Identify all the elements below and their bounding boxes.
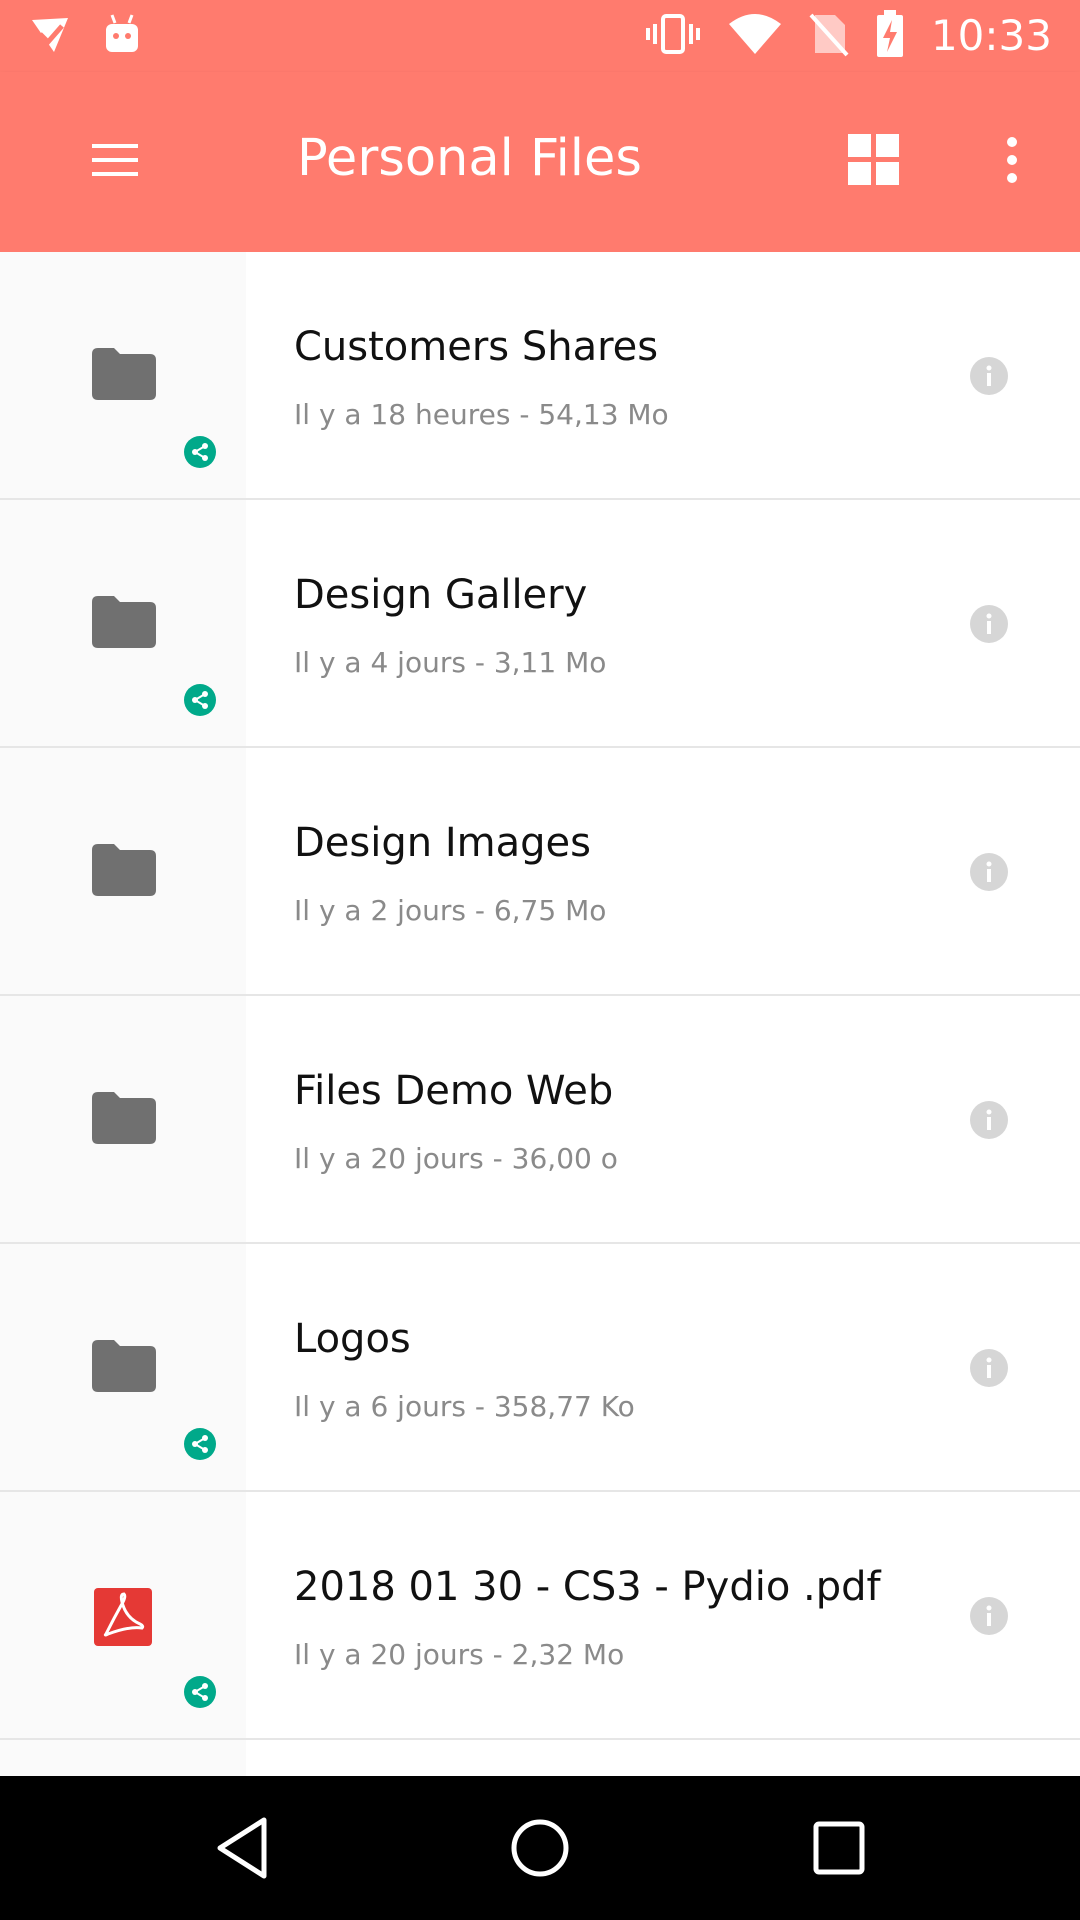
- file-meta: Il y a 6 jours - 358,77 Ko: [294, 1390, 635, 1423]
- status-bar: 10:33: [0, 0, 1080, 72]
- page-title: Personal Files: [297, 129, 642, 188]
- check-notification-icon: [28, 12, 72, 60]
- meta-separator: -: [465, 1390, 494, 1423]
- file-name: Customers Shares: [294, 324, 659, 370]
- file-size: 54,13 Mo: [538, 398, 669, 431]
- file-meta: Il y a 4 jours - 3,11 Mo: [294, 646, 606, 679]
- back-icon[interactable]: [214, 1816, 270, 1884]
- file-size: 2,32 Mo: [511, 1638, 625, 1671]
- share-badge-icon: [184, 436, 216, 468]
- recents-icon[interactable]: [812, 1816, 868, 1884]
- file-meta: Il y a 20 jours - 2,32 Mo: [294, 1638, 624, 1671]
- share-badge-icon: [184, 1676, 216, 1708]
- list-item[interactable]: Logos Il y a 6 jours - 358,77 Ko: [0, 1244, 1080, 1492]
- file-thumbnail: [0, 1244, 246, 1490]
- file-time: Il y a 6 jours: [294, 1390, 466, 1423]
- info-icon[interactable]: [969, 1348, 1009, 1392]
- file-time: Il y a 18 heures: [294, 398, 511, 431]
- file-time: Il y a 2 jours: [294, 894, 466, 927]
- folder-icon: [92, 1340, 156, 1396]
- file-thumbnail: [0, 748, 246, 994]
- file-thumbnail: [0, 1492, 246, 1738]
- file-name: Files Demo Web: [294, 1068, 614, 1114]
- info-icon[interactable]: [969, 356, 1009, 400]
- android-robot-icon: [102, 12, 142, 60]
- file-name: Design Gallery: [294, 572, 588, 618]
- file-time: Il y a 20 jours: [294, 1142, 484, 1175]
- folder-icon: [92, 844, 156, 900]
- folder-icon: [92, 348, 156, 404]
- info-icon[interactable]: [969, 1100, 1009, 1144]
- file-meta: Il y a 20 jours - 36,00 o: [294, 1142, 618, 1175]
- list-item[interactable]: Design Gallery Il y a 4 jours - 3,11 Mo: [0, 500, 1080, 748]
- app-bar: Personal Files: [0, 72, 1080, 252]
- vibrate-icon: [645, 10, 701, 62]
- menu-icon[interactable]: [88, 136, 148, 186]
- meta-separator: -: [483, 1142, 512, 1175]
- file-thumbnail: [0, 500, 246, 746]
- list-item[interactable]: Files Demo Web Il y a 20 jours - 36,00 o: [0, 996, 1080, 1244]
- meta-separator: -: [483, 1638, 512, 1671]
- pdf-icon: [94, 1588, 152, 1650]
- wifi-icon: [727, 12, 783, 60]
- file-name: 2018 01 30 - CS3 - Pydio .pdf: [294, 1564, 881, 1610]
- file-size: 3,11 Mo: [493, 646, 607, 679]
- file-time: Il y a 4 jours: [294, 646, 466, 679]
- meta-separator: -: [465, 894, 494, 927]
- file-name: Design Images: [294, 820, 591, 866]
- file-meta: Il y a 18 heures - 54,13 Mo: [294, 398, 669, 431]
- share-badge-icon: [184, 1428, 216, 1460]
- grid-view-icon[interactable]: [848, 134, 900, 190]
- home-icon[interactable]: [510, 1816, 570, 1884]
- share-badge-icon: [184, 684, 216, 716]
- file-name: Logos: [294, 1316, 411, 1362]
- status-time: 10:33: [930, 11, 1052, 60]
- info-icon[interactable]: [969, 1596, 1009, 1640]
- file-time: Il y a 20 jours: [294, 1638, 484, 1671]
- system-nav-bar: [0, 1776, 1080, 1920]
- file-list: Customers Shares Il y a 18 heures - 54,1…: [0, 252, 1080, 1800]
- battery-charging-icon: [875, 10, 905, 62]
- file-thumbnail: [0, 996, 246, 1242]
- info-icon[interactable]: [969, 852, 1009, 896]
- file-thumbnail: [0, 252, 246, 498]
- list-item[interactable]: 2018 01 30 - CS3 - Pydio .pdf Il y a 20 …: [0, 1492, 1080, 1740]
- meta-separator: -: [510, 398, 539, 431]
- no-sim-icon: [809, 11, 849, 61]
- folder-icon: [92, 1092, 156, 1148]
- info-icon[interactable]: [969, 604, 1009, 648]
- file-size: 36,00 o: [511, 1142, 618, 1175]
- meta-separator: -: [465, 646, 494, 679]
- list-item[interactable]: Design Images Il y a 2 jours - 6,75 Mo: [0, 748, 1080, 996]
- file-size: 6,75 Mo: [493, 894, 607, 927]
- folder-icon: [92, 596, 156, 652]
- file-meta: Il y a 2 jours - 6,75 Mo: [294, 894, 606, 927]
- list-item[interactable]: Customers Shares Il y a 18 heures - 54,1…: [0, 252, 1080, 500]
- file-size: 358,77 Ko: [493, 1390, 635, 1423]
- more-options-icon[interactable]: [994, 134, 1030, 190]
